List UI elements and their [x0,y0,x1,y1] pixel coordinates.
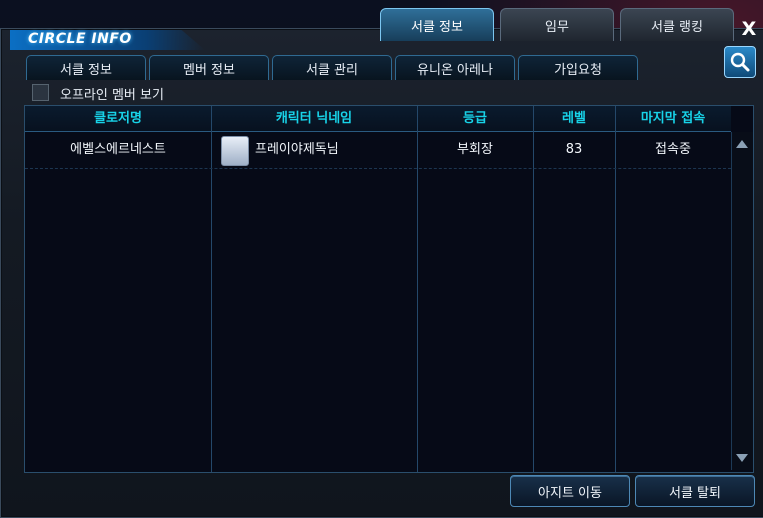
col-closer[interactable]: 클로저명 [25,106,211,131]
offline-members-label: 오프라인 멤버 보기 [60,88,164,103]
col-level[interactable]: 레벨 [533,106,615,131]
agit-move-button[interactable]: 아지트 이동 [510,475,630,507]
col-rank[interactable]: 등급 [417,106,533,131]
cell-level: 83 [565,142,583,157]
tab-circle-info[interactable]: 서클 정보 [380,8,494,41]
subtab-circle-manage[interactable]: 서클 관리 [272,55,392,80]
subtab-member-info[interactable]: 멤버 정보 [149,55,269,80]
cell-rank: 부회장 [457,142,493,157]
cell-closer: 에벨스에르네스트 [70,142,166,157]
subtab-union-arena[interactable]: 유니온 아레나 [395,55,515,80]
leave-circle-button[interactable]: 서클 탈퇴 [635,475,755,507]
table-row[interactable]: 에벨스에르네스트 프레이야제독님 부회장 83 접속중 [25,132,731,169]
arrow-down-icon[interactable] [736,454,748,462]
window-title: CIRCLE INFO [28,31,132,47]
cell-nickname: 프레이야제독님 [255,142,339,157]
subtab-circle-info[interactable]: 서클 정보 [26,55,146,80]
character-avatar [221,136,249,166]
offline-members-checkbox[interactable] [32,84,49,101]
arrow-up-icon[interactable] [736,140,748,148]
table-header: 클로저명 캐릭터 닉네임 등급 레벨 마지막 접속 [25,106,731,132]
search-button[interactable] [724,46,756,78]
col-nickname[interactable]: 캐릭터 닉네임 [211,106,417,131]
subtab-join-requests[interactable]: 가입요청 [518,55,638,80]
col-last-login[interactable]: 마지막 접속 [615,106,731,131]
close-button[interactable]: X [738,18,760,40]
cell-last-login: 접속중 [655,142,691,157]
search-icon [730,52,750,72]
tab-circle-ranking[interactable]: 서클 랭킹 [620,8,734,41]
scrollbar[interactable] [731,132,753,470]
member-table: 클로저명 캐릭터 닉네임 등급 레벨 마지막 접속 에벨스에르네스트 프레이야제… [24,105,754,473]
tab-mission[interactable]: 임무 [500,8,614,41]
